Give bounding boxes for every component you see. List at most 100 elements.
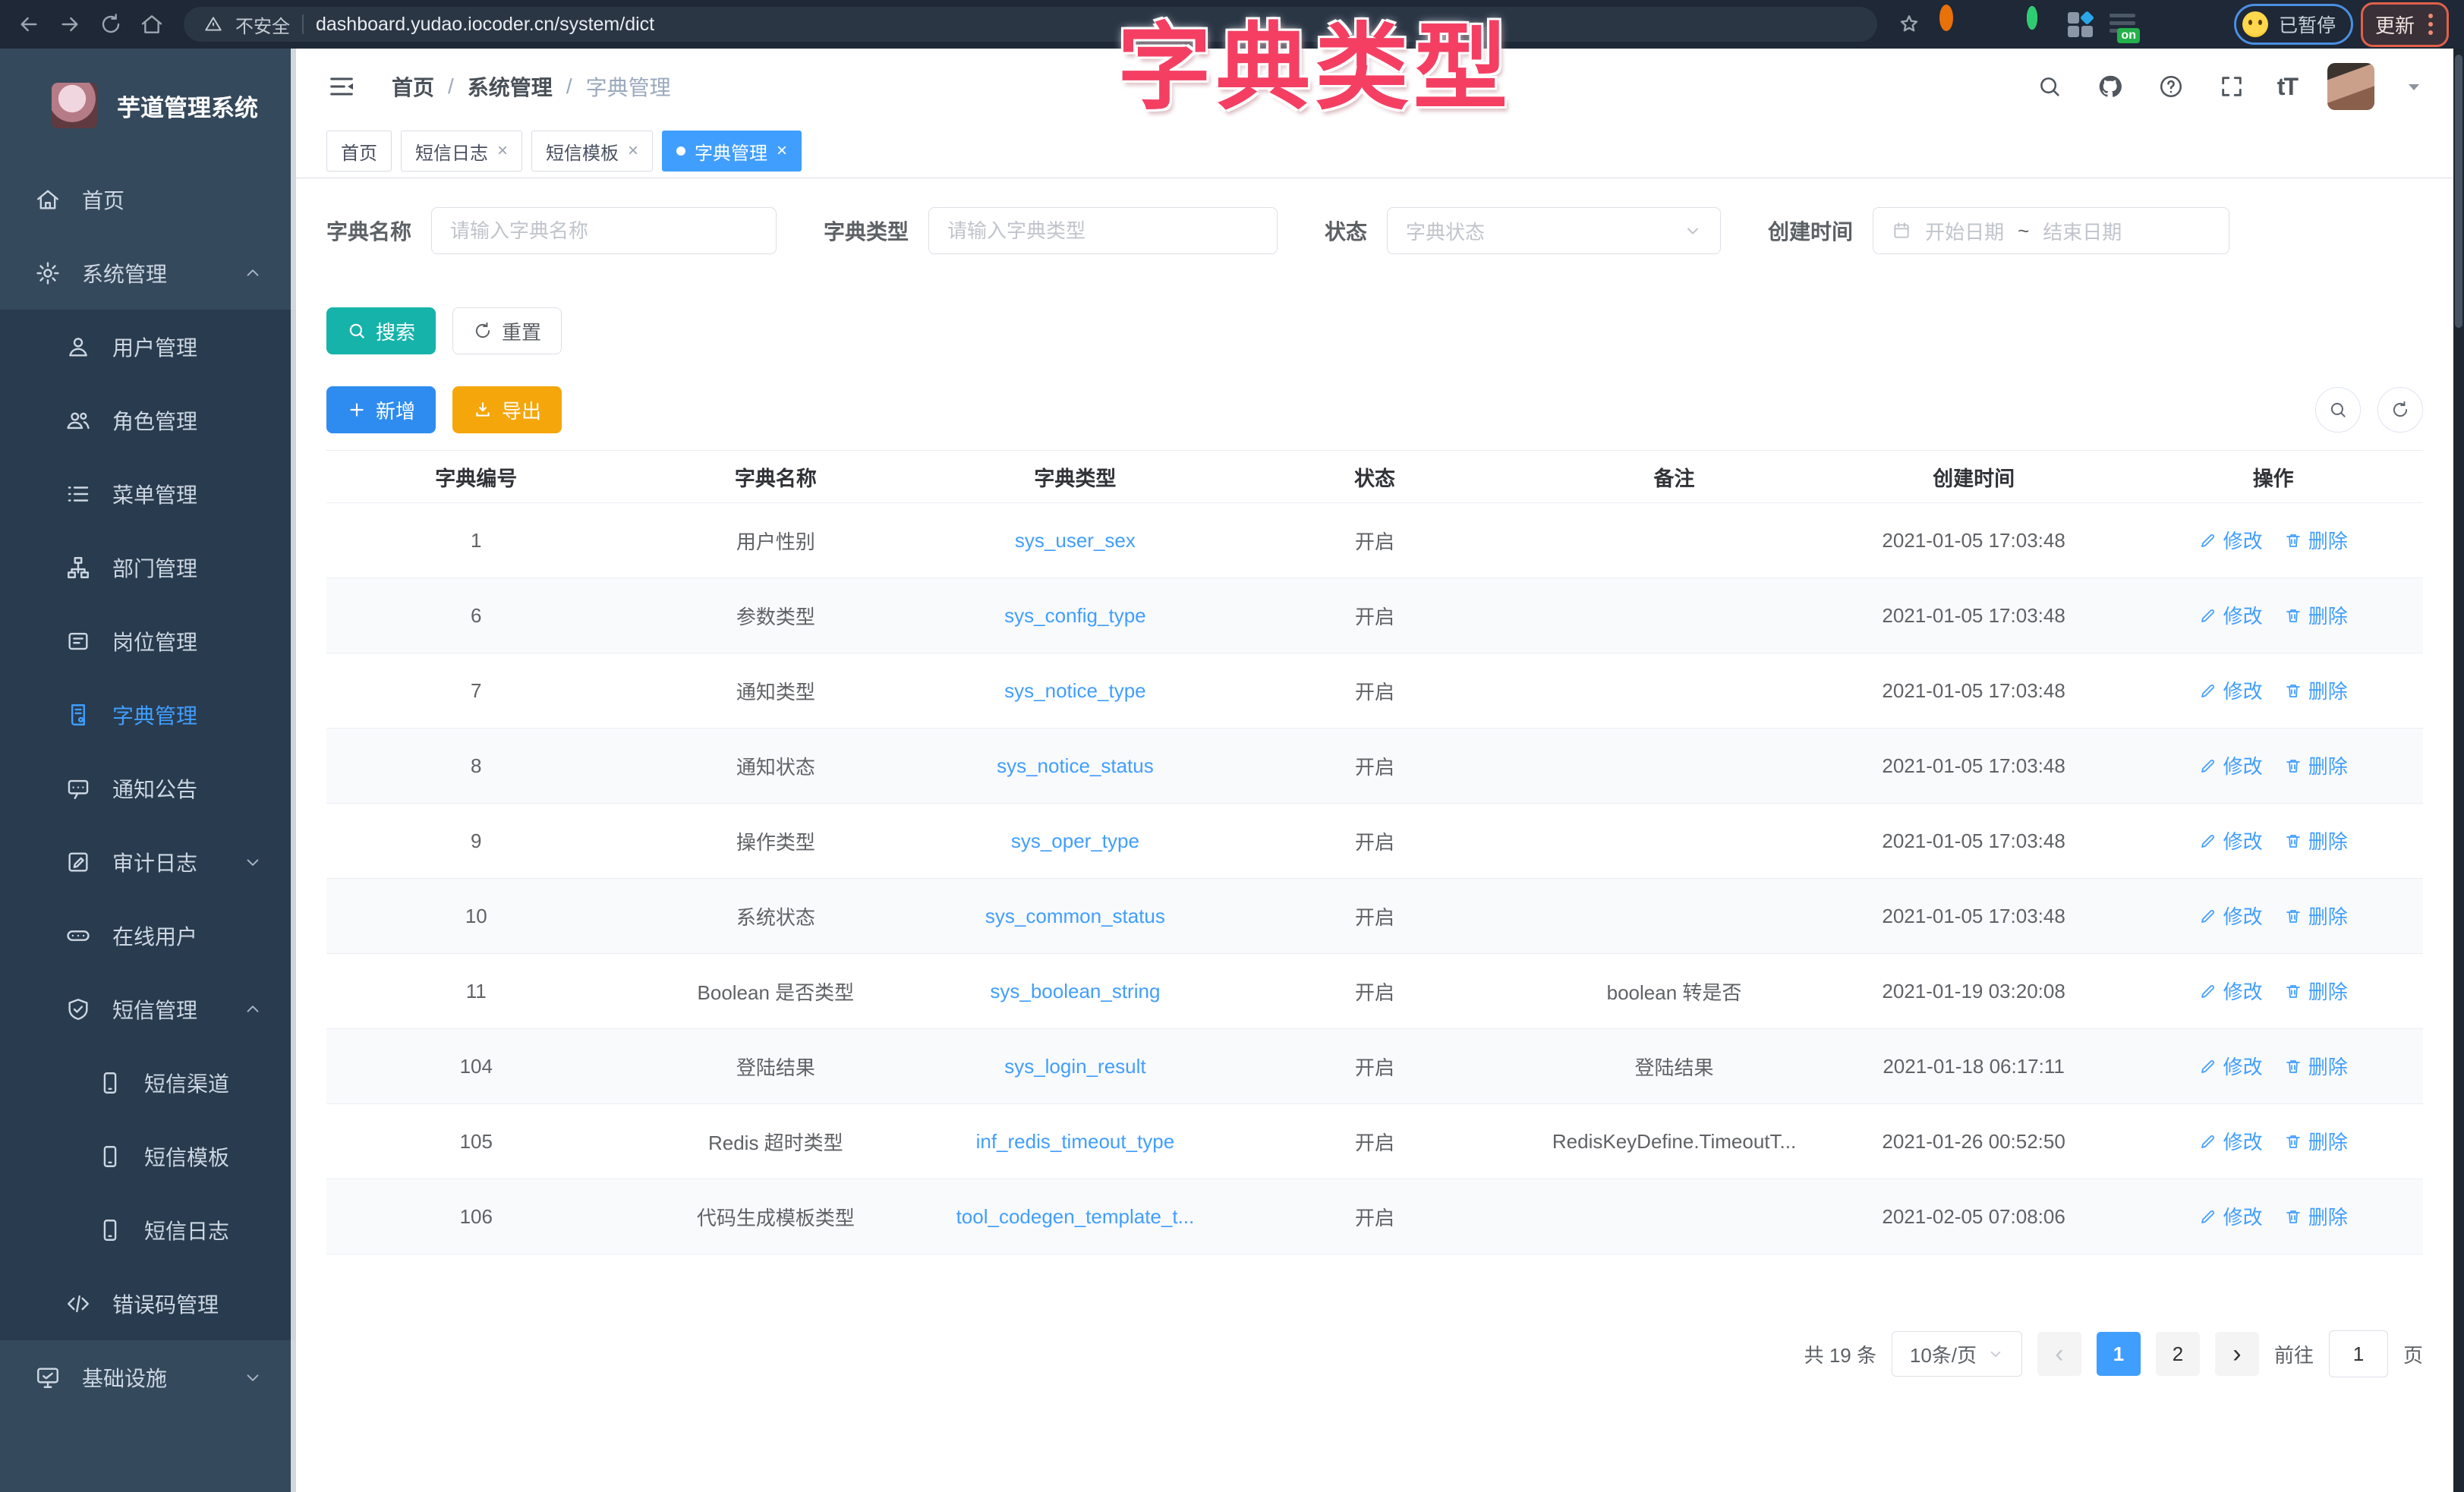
tab-首页[interactable]: 首页 bbox=[326, 131, 392, 172]
goto-page-input[interactable] bbox=[2329, 1330, 2388, 1377]
delete-link[interactable]: 删除 bbox=[2284, 1127, 2348, 1155]
reset-button[interactable]: 重置 bbox=[452, 307, 562, 354]
delete-link[interactable]: 删除 bbox=[2284, 826, 2348, 855]
menu-dots-icon[interactable] bbox=[2427, 12, 2434, 36]
reload-icon[interactable] bbox=[94, 8, 128, 41]
chrome-home-icon[interactable] bbox=[135, 8, 169, 41]
dict-type-link[interactable]: sys_notice_status bbox=[997, 754, 1154, 777]
dict-type-link[interactable]: sys_boolean_string bbox=[990, 980, 1160, 1003]
delete-link[interactable]: 删除 bbox=[2284, 1202, 2348, 1230]
dict-type-link[interactable]: sys_user_sex bbox=[1015, 529, 1136, 552]
update-button[interactable]: 更新 bbox=[2361, 2, 2449, 47]
sidebar-item-sms[interactable]: 短信管理 bbox=[0, 972, 296, 1046]
hamburger-icon[interactable] bbox=[326, 70, 360, 103]
dict-type-link[interactable]: sys_config_type bbox=[1004, 604, 1145, 627]
edit-link[interactable]: 修改 bbox=[2199, 601, 2263, 629]
page-button-2[interactable]: 2 bbox=[2156, 1332, 2200, 1376]
forward-icon[interactable] bbox=[53, 8, 87, 41]
add-button[interactable]: 新增 bbox=[326, 386, 436, 433]
security-label[interactable]: 不安全 bbox=[235, 11, 290, 38]
green-extension-icon[interactable] bbox=[2024, 11, 2050, 37]
breadcrumb-item[interactable]: 系统管理 bbox=[468, 71, 553, 102]
dict-type-link[interactable]: sys_login_result bbox=[1004, 1055, 1145, 1078]
address-bar[interactable]: 不安全 dashboard.yudao.iocoder.cn/system/di… bbox=[184, 7, 1877, 42]
edit-link[interactable]: 修改 bbox=[2199, 1052, 2263, 1080]
export-button[interactable]: 导出 bbox=[452, 386, 562, 433]
profile-paused-chip[interactable]: 已暂停 bbox=[2234, 4, 2353, 45]
dict-type-link[interactable]: inf_redis_timeout_type bbox=[976, 1130, 1175, 1153]
target-extension-icon[interactable] bbox=[1939, 11, 1965, 37]
edit-link[interactable]: 修改 bbox=[2199, 526, 2263, 554]
prev-page-button[interactable]: ‹ bbox=[2037, 1332, 2081, 1376]
sidebar-item-tree[interactable]: 部门管理 bbox=[0, 530, 296, 604]
page-scrollbar[interactable] bbox=[2453, 49, 2464, 1492]
sidebar-item-users[interactable]: 角色管理 bbox=[0, 383, 296, 457]
close-icon[interactable]: × bbox=[628, 142, 638, 160]
edit-link[interactable]: 修改 bbox=[2199, 1127, 2263, 1155]
ghost-extension-icon[interactable] bbox=[2195, 11, 2220, 37]
delete-link[interactable]: 删除 bbox=[2284, 751, 2348, 779]
gem-extension-icon[interactable] bbox=[1982, 11, 2008, 37]
grid-extension-icon[interactable] bbox=[2067, 11, 2093, 37]
sidebar-item-infra[interactable]: 基础设施 bbox=[0, 1340, 296, 1414]
toggle-search-button[interactable] bbox=[2315, 387, 2361, 433]
bookmark-star-icon[interactable] bbox=[1892, 8, 1926, 41]
sidebar-item-dict[interactable]: 字典管理 bbox=[0, 678, 296, 751]
plant-extension-icon[interactable] bbox=[2152, 11, 2178, 37]
back-icon[interactable] bbox=[12, 8, 46, 41]
tab-字典管理[interactable]: 字典管理× bbox=[662, 131, 802, 172]
tab-短信模板[interactable]: 短信模板× bbox=[531, 131, 653, 172]
dict-type-link[interactable]: sys_oper_type bbox=[1011, 829, 1139, 852]
delete-link[interactable]: 删除 bbox=[2284, 676, 2348, 704]
adblock-on-extension-icon[interactable]: on bbox=[2110, 11, 2135, 37]
github-icon[interactable] bbox=[2095, 71, 2125, 102]
edit-link[interactable]: 修改 bbox=[2199, 751, 2263, 779]
start-date-placeholder[interactable]: 开始日期 bbox=[1925, 217, 2004, 245]
dict-name-input[interactable] bbox=[431, 207, 777, 254]
refresh-button[interactable] bbox=[2377, 387, 2423, 433]
sidebar-item-post[interactable]: 岗位管理 bbox=[0, 604, 296, 678]
edit-link[interactable]: 修改 bbox=[2199, 826, 2263, 855]
dict-type-link[interactable]: sys_common_status bbox=[985, 905, 1165, 927]
delete-link[interactable]: 删除 bbox=[2284, 526, 2348, 554]
edit-link[interactable]: 修改 bbox=[2199, 1202, 2263, 1230]
sidebar-item-gear[interactable]: 系统管理 bbox=[0, 236, 296, 310]
edit-link[interactable]: 修改 bbox=[2199, 977, 2263, 1005]
sidebar-item-notice[interactable]: 通知公告 bbox=[0, 751, 296, 825]
edit-link[interactable]: 修改 bbox=[2199, 902, 2263, 930]
fullscreen-icon[interactable] bbox=[2217, 71, 2247, 102]
sidebar-item-phone[interactable]: 短信日志 bbox=[0, 1193, 296, 1267]
sidebar-item-phone[interactable]: 短信渠道 bbox=[0, 1046, 296, 1119]
page-button-1[interactable]: 1 bbox=[2097, 1332, 2141, 1376]
sidebar-item-menu[interactable]: 菜单管理 bbox=[0, 457, 296, 530]
sidebar-item-online[interactable]: 在线用户 bbox=[0, 899, 296, 972]
tab-短信日志[interactable]: 短信日志× bbox=[401, 131, 522, 172]
close-icon[interactable]: × bbox=[497, 142, 508, 160]
close-icon[interactable]: × bbox=[777, 142, 787, 160]
font-size-icon[interactable]: tT bbox=[2277, 73, 2297, 101]
url-text[interactable]: dashboard.yudao.iocoder.cn/system/dict bbox=[316, 14, 654, 36]
dict-type-input[interactable] bbox=[928, 207, 1278, 254]
breadcrumb-item[interactable]: 首页 bbox=[392, 71, 434, 102]
sidebar-item-audit[interactable]: 审计日志 bbox=[0, 825, 296, 899]
delete-link[interactable]: 删除 bbox=[2284, 977, 2348, 1005]
date-range-picker[interactable]: 开始日期 ~ 结束日期 bbox=[1873, 207, 2229, 254]
delete-link[interactable]: 删除 bbox=[2284, 601, 2348, 629]
dict-type-link[interactable]: sys_notice_type bbox=[1004, 679, 1145, 702]
app-logo[interactable]: 芋道管理系统 bbox=[0, 49, 296, 162]
sidebar-item-phone[interactable]: 短信模板 bbox=[0, 1119, 296, 1193]
delete-link[interactable]: 删除 bbox=[2284, 1052, 2348, 1080]
end-date-placeholder[interactable]: 结束日期 bbox=[2043, 217, 2122, 245]
chevron-down-icon[interactable] bbox=[2405, 77, 2423, 96]
sidebar-item-code[interactable]: 错误码管理 bbox=[0, 1267, 296, 1340]
status-select[interactable]: 字典状态 bbox=[1387, 207, 1721, 254]
sidebar-item-home[interactable]: 首页 bbox=[0, 162, 296, 236]
search-button[interactable]: 搜索 bbox=[326, 307, 436, 354]
delete-link[interactable]: 删除 bbox=[2284, 902, 2348, 930]
page-size-select[interactable]: 10条/页 bbox=[1892, 1331, 2022, 1377]
search-icon[interactable] bbox=[2034, 71, 2065, 102]
user-avatar[interactable] bbox=[2327, 63, 2374, 110]
sidebar-item-user[interactable]: 用户管理 bbox=[0, 310, 296, 383]
next-page-button[interactable]: › bbox=[2215, 1332, 2259, 1376]
edit-link[interactable]: 修改 bbox=[2199, 676, 2263, 704]
